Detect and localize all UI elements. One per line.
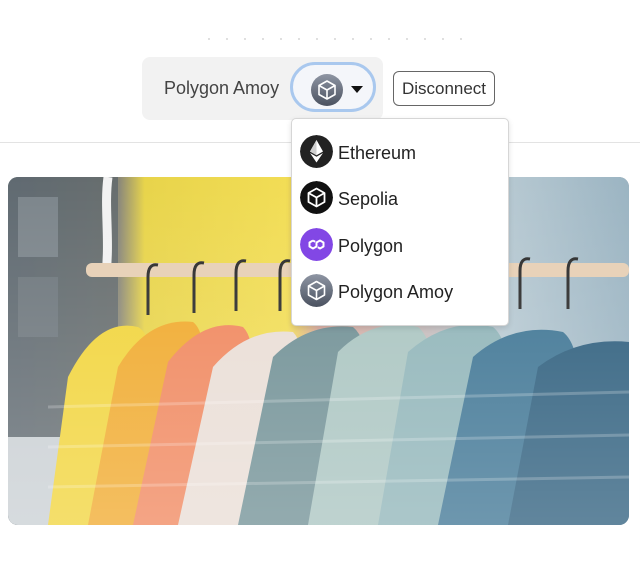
network-option-polygon-amoy[interactable]: Polygon Amoy [292,269,508,315]
network-dropdown-menu: Ethereum Sepolia Polygon Polygon Amoy [291,118,509,326]
chevron-down-icon [351,86,363,93]
network-option-label: Polygon [338,236,404,256]
disconnect-button[interactable]: Disconnect [393,71,495,106]
polygon-amoy-cube-icon [311,74,343,111]
sepolia-cube-icon [300,181,333,214]
network-option-polygon[interactable]: Polygon [292,223,508,269]
ethereum-icon [300,135,333,168]
network-selector-button[interactable] [290,62,376,112]
polygon-icon [300,228,333,261]
polygon-amoy-cube-icon [300,274,333,307]
header-decoration [200,38,470,40]
network-option-label: Polygon Amoy [338,282,454,302]
network-option-sepolia[interactable]: Sepolia [292,176,508,222]
current-network-label: Polygon Amoy [164,78,280,98]
network-bar: Polygon Amoy [142,57,383,120]
network-option-ethereum[interactable]: Ethereum [292,130,508,176]
network-option-label: Sepolia [338,189,399,209]
network-option-label: Ethereum [338,143,417,163]
